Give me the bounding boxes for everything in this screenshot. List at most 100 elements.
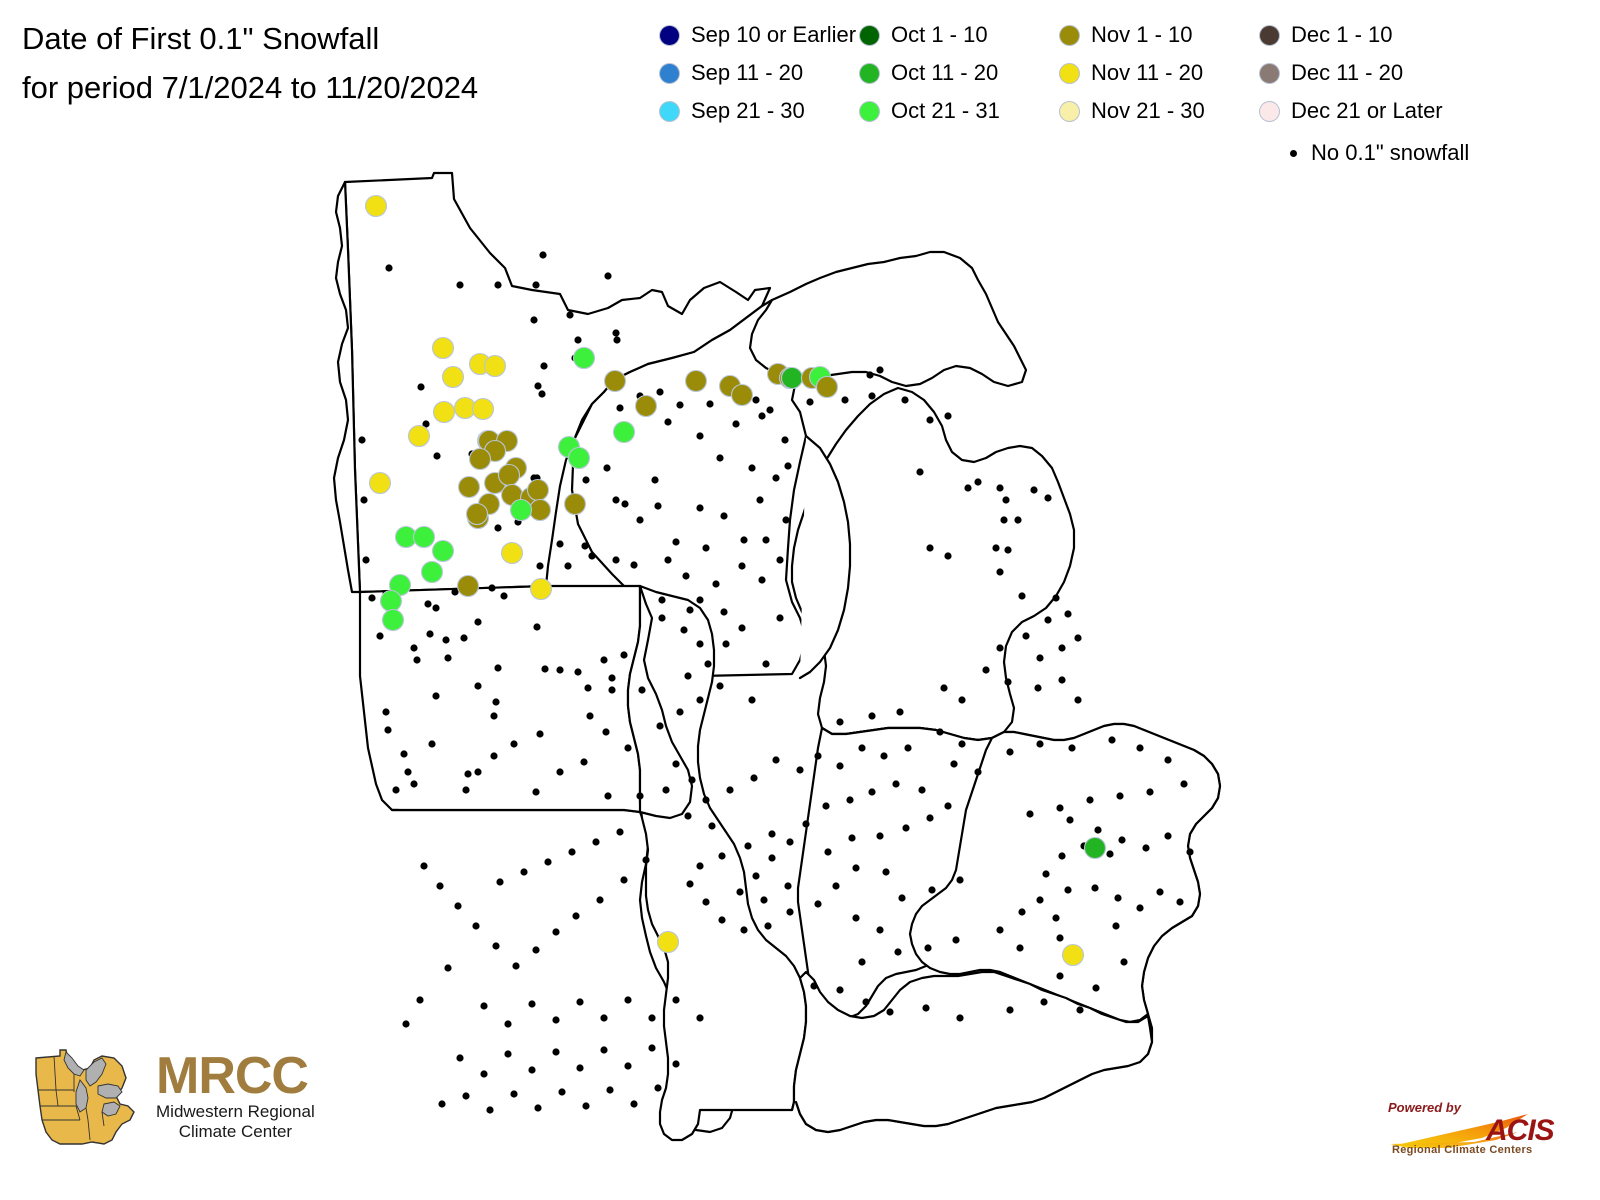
snowfall-map-page: Date of First 0.1" Snowfall for period 7…	[0, 0, 1600, 1200]
station-dot	[612, 420, 636, 444]
legend-swatch-icon-5	[860, 63, 879, 83]
station-dot	[476, 429, 500, 453]
legend-item-6: Nov 11 - 20	[1060, 54, 1260, 92]
state-missouri	[626, 584, 694, 820]
station-dot	[563, 492, 587, 516]
acis-subtitle-label: Regional Climate Centers	[1392, 1144, 1533, 1156]
state-indiana	[796, 726, 994, 1020]
legend-item-no-snowfall: No 0.1" snowfall	[1290, 140, 1469, 166]
station-dot	[368, 471, 392, 495]
station-dot	[364, 194, 388, 218]
station-dot	[500, 483, 524, 507]
station-dot	[509, 498, 533, 522]
station-dot	[388, 573, 412, 597]
legend-label-4: Sep 11 - 20	[691, 60, 804, 85]
legend-label-no-snowfall: No 0.1" snowfall	[1311, 140, 1470, 165]
station-dot	[572, 346, 596, 370]
station-dot	[441, 365, 465, 389]
legend-label-1: Oct 1 - 10	[891, 22, 988, 47]
mrcc-text-block: MRCC Midwestern Regional Climate Center	[156, 1048, 315, 1142]
station-dot	[483, 354, 507, 378]
legend-item-2: Nov 1 - 10	[1060, 16, 1260, 54]
legend: Sep 10 or Earlier Oct 1 - 10 Nov 1 - 10 …	[660, 16, 1590, 130]
legend-swatch-icon-4	[660, 63, 679, 83]
station-dot	[420, 560, 444, 584]
legend-swatch-icon-no-snowfall	[1290, 149, 1297, 157]
page-title-line1: Date of First 0.1" Snowfall	[22, 21, 380, 56]
legend-swatch-icon-11	[1260, 101, 1279, 121]
acis-powered-by-label: Powered by	[1388, 1100, 1461, 1115]
station-dot	[529, 577, 553, 601]
station-dot	[468, 447, 492, 471]
station-dots-no-snowfall	[358, 251, 1194, 1114]
mrcc-acronym: MRCC	[156, 1047, 309, 1105]
station-dot	[477, 429, 501, 453]
station-dot	[432, 400, 456, 424]
legend-item-0: Sep 10 or Earlier	[660, 16, 860, 54]
legend-item-8: Sep 21 - 30	[660, 92, 860, 130]
mrcc-map-icon	[35, 1049, 135, 1145]
station-dot	[634, 394, 658, 418]
station-dot	[780, 366, 804, 390]
lake-michigan-west-shore	[798, 434, 852, 680]
legend-swatch-icon-3	[1260, 25, 1279, 45]
station-dot	[453, 396, 477, 420]
legend-swatch-icon-10	[1060, 101, 1079, 121]
state-outlines	[332, 171, 1222, 1142]
station-dot	[431, 336, 455, 360]
legend-item-5: Oct 11 - 20	[860, 54, 1060, 92]
state-michigan-up	[748, 250, 1028, 388]
station-dot	[603, 369, 627, 393]
station-dot	[379, 589, 403, 613]
mrcc-subtitle-line1: Midwestern Regional	[156, 1102, 315, 1121]
state-michigan-lp	[790, 386, 1076, 742]
station-dot	[1083, 836, 1107, 860]
state-nebraska	[390, 722, 1222, 1134]
station-dot	[412, 525, 436, 549]
legend-item-7: Dec 11 - 20	[1260, 54, 1490, 92]
state-kentucky	[790, 970, 1154, 1134]
station-dot	[468, 352, 492, 376]
legend-item-1: Oct 1 - 10	[860, 16, 1060, 54]
station-dot	[800, 366, 824, 390]
station-dot	[766, 362, 790, 386]
legend-label-11: Dec 21 or Later	[1291, 98, 1443, 123]
legend-swatch-icon-2	[1060, 25, 1079, 45]
station-dot	[526, 478, 550, 502]
page-title-line2: for period 7/1/2024 to 11/20/2024	[22, 70, 479, 105]
station-dot	[718, 374, 742, 398]
page-title: Date of First 0.1" Snowfall for period 7…	[22, 14, 642, 112]
station-dot	[519, 486, 543, 510]
station-dot	[500, 541, 524, 565]
state-illinois	[626, 584, 808, 1142]
station-dot	[730, 383, 754, 407]
station-dot	[466, 506, 490, 530]
midwest-map	[0, 0, 1600, 1200]
legend-label-2: Nov 1 - 10	[1091, 22, 1193, 47]
station-dot	[483, 471, 507, 495]
station-dot	[495, 429, 519, 453]
station-dot	[483, 439, 507, 463]
station-dot	[471, 397, 495, 421]
acis-logo: Powered by ACIS Regional Climate Centers	[1378, 1098, 1590, 1160]
station-dot	[457, 475, 481, 499]
legend-swatch-icon-7	[1260, 63, 1279, 83]
legend-swatch-icon-9	[860, 101, 879, 121]
state-wisconsin	[570, 298, 810, 678]
legend-item-9: Oct 21 - 31	[860, 92, 1060, 130]
station-dot	[394, 525, 418, 549]
station-dot	[1061, 943, 1085, 967]
legend-label-0: Sep 10 or Earlier	[691, 22, 857, 47]
legend-label-7: Dec 11 - 20	[1291, 60, 1404, 85]
legend-label-8: Sep 21 - 30	[691, 98, 805, 123]
station-dot	[684, 369, 708, 393]
state-south-dakota	[332, 180, 362, 594]
station-dot	[477, 492, 501, 516]
legend-label-10: Nov 21 - 30	[1091, 98, 1205, 123]
legend-swatch-icon-1	[860, 25, 879, 45]
acis-name-label: ACIS	[1486, 1114, 1555, 1147]
mrcc-logo: MRCC Midwestern Regional Climate Center	[30, 1036, 370, 1154]
station-dots-colored	[364, 194, 1107, 967]
station-dot	[567, 446, 591, 470]
station-dot	[656, 930, 680, 954]
